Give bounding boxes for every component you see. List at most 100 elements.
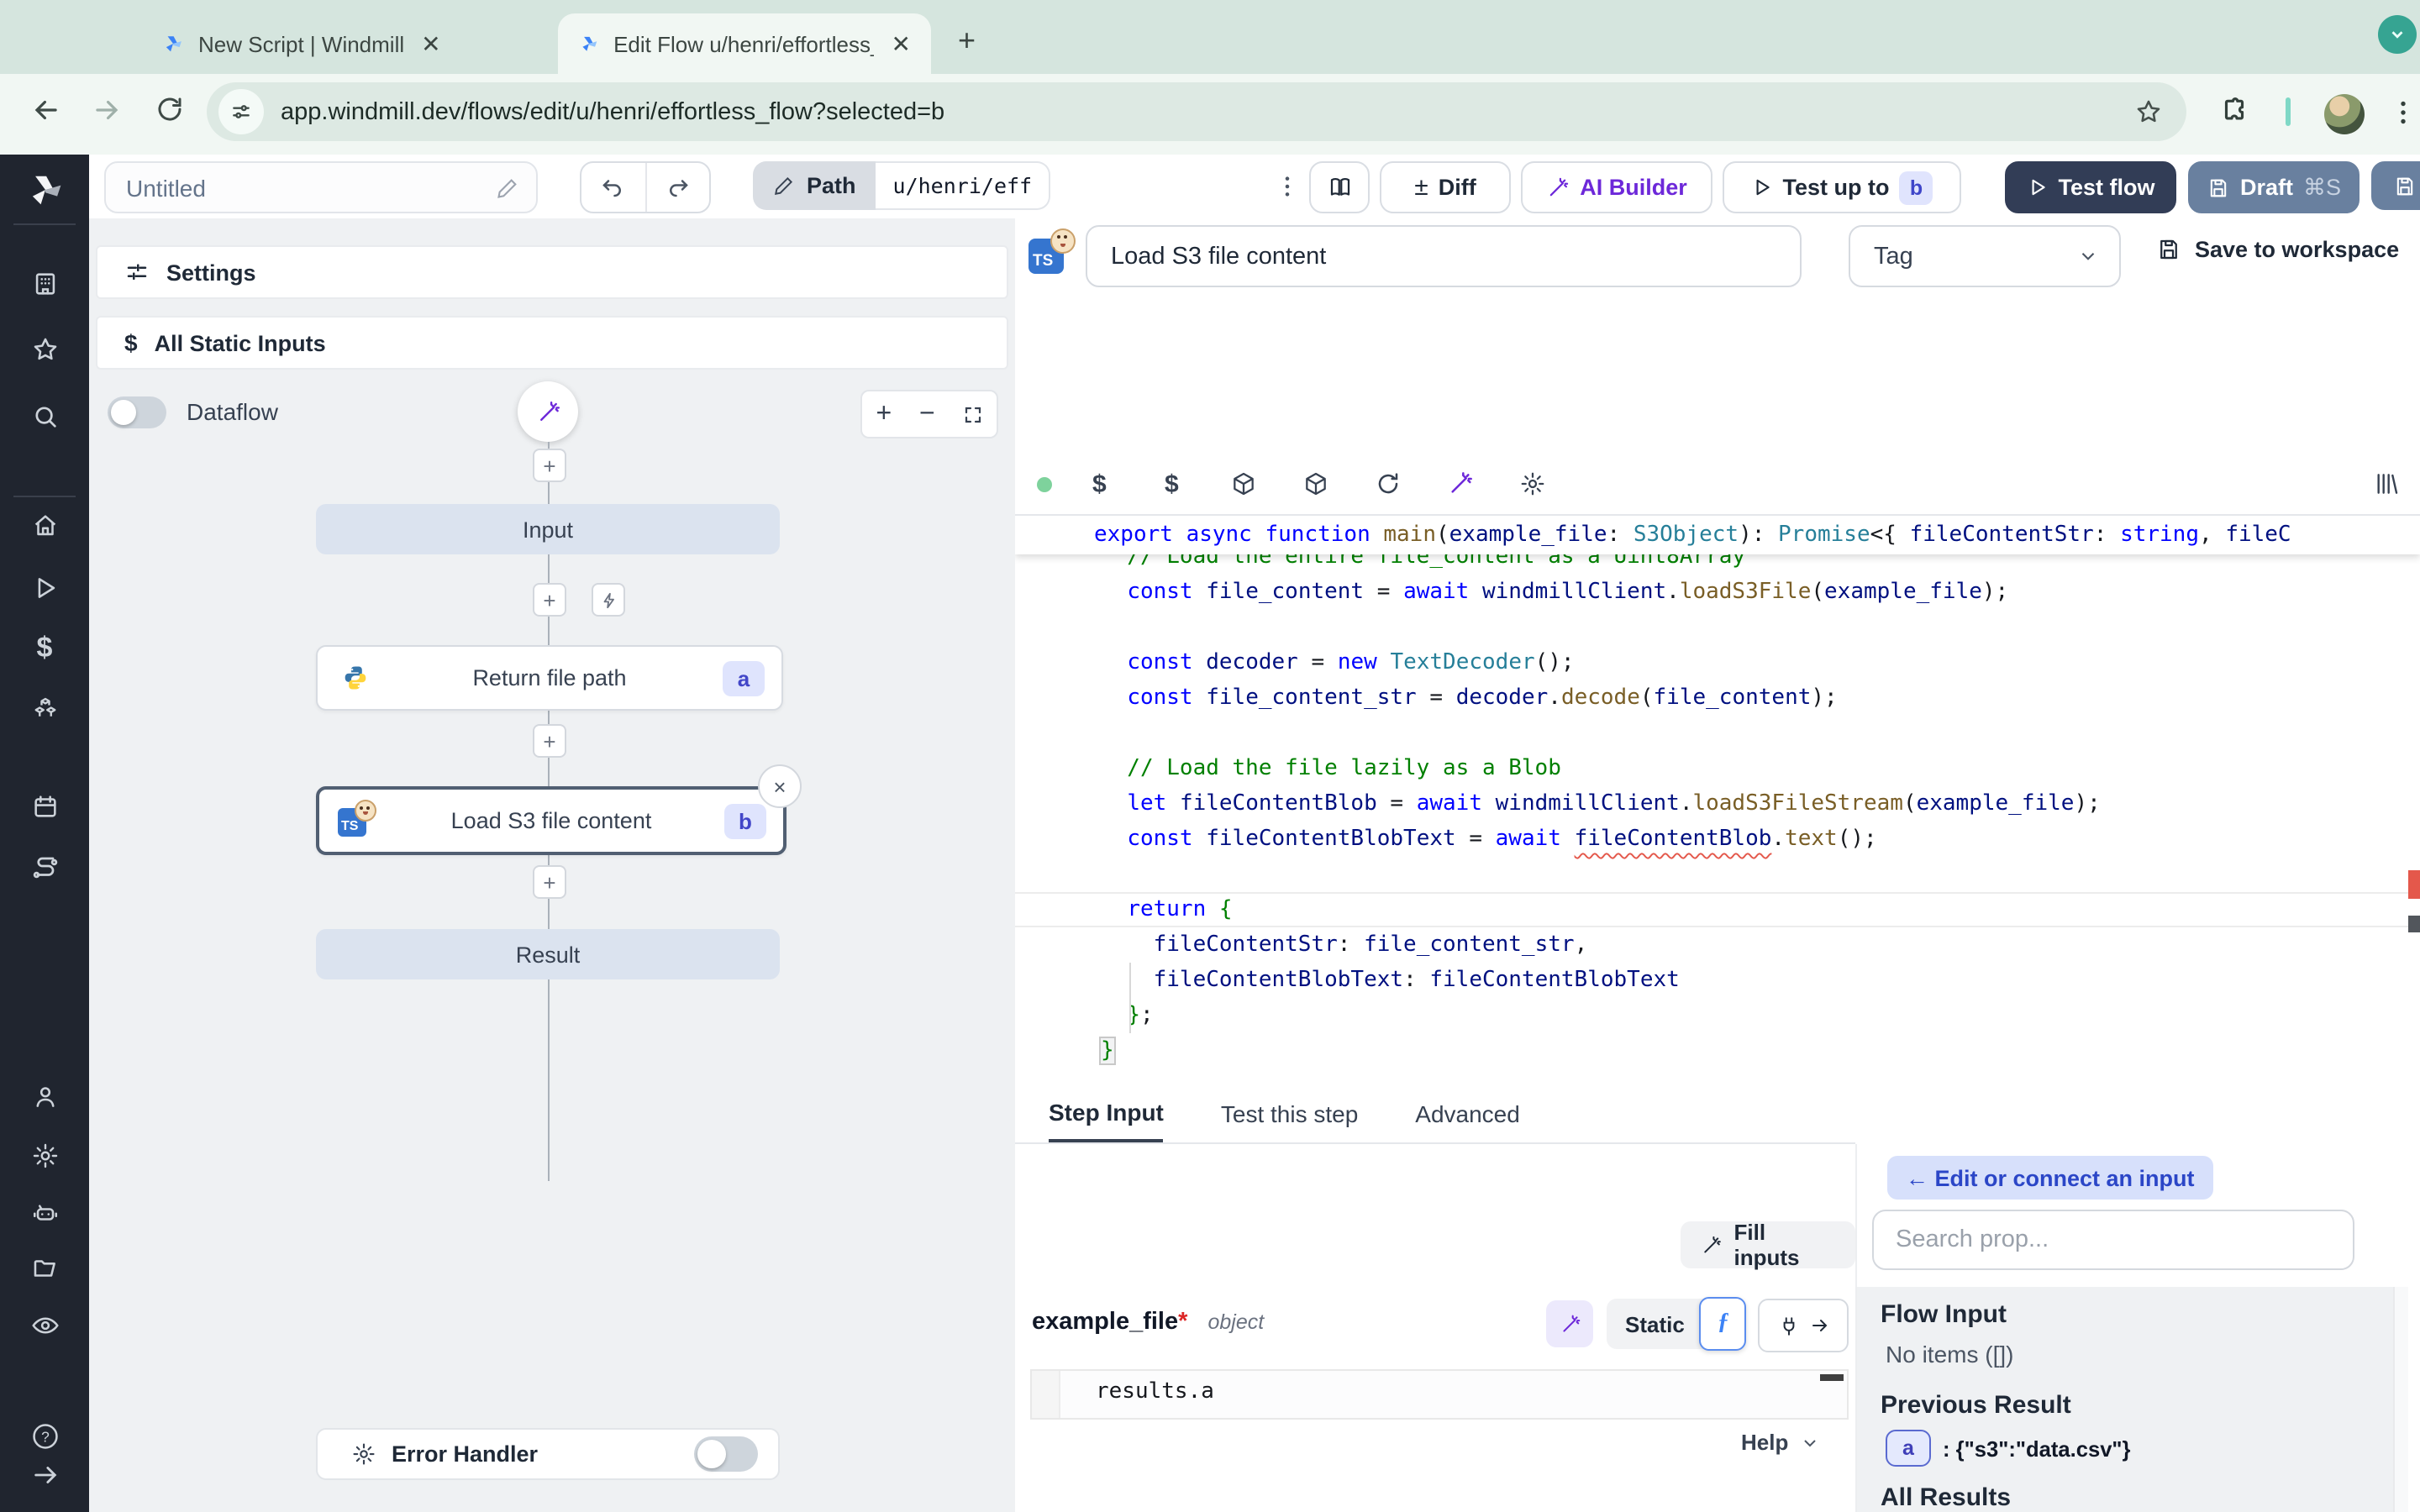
tag-select[interactable]: Tag xyxy=(1849,225,2121,287)
step-name-input[interactable]: Load S3 file content xyxy=(1086,225,1802,287)
sidebar-item-runs[interactable] xyxy=(30,574,59,602)
code-editor[interactable]: // Load the entire file_content as a Uin… xyxy=(1015,516,2420,1087)
ai-builder-button[interactable]: AI Builder xyxy=(1521,161,1712,213)
back-arrow-icon xyxy=(30,94,62,126)
expr-mode-button[interactable]: ƒ xyxy=(1700,1297,1747,1351)
sidebar-item-favorites[interactable] xyxy=(30,335,59,364)
sidebar-item-workspace[interactable] xyxy=(30,270,59,298)
sidebar-item-audit-logs[interactable] xyxy=(29,1310,60,1341)
back-button[interactable] xyxy=(30,94,62,126)
expand-sidebar-button[interactable] xyxy=(30,1461,59,1489)
sidebar-item-schedules[interactable] xyxy=(30,792,59,821)
graph-zoom-controls: + − xyxy=(860,390,998,438)
remove-step-button[interactable]: × xyxy=(758,764,802,808)
sidebar-item-users[interactable] xyxy=(30,1083,59,1111)
test-up-to-button[interactable]: Test up to b xyxy=(1723,161,1961,213)
pencil-icon xyxy=(773,175,795,197)
bookmark-star-button[interactable] xyxy=(2134,97,2163,126)
site-info-button[interactable] xyxy=(218,89,264,134)
sidebar-item-flows[interactable] xyxy=(29,853,60,884)
error-handler-row[interactable]: Error Handler xyxy=(316,1428,780,1480)
package-icon-button[interactable] xyxy=(1302,470,1329,497)
all-static-inputs-row[interactable]: $ All Static Inputs xyxy=(96,316,1008,370)
dataflow-toggle[interactable] xyxy=(108,396,166,428)
diff-button[interactable]: ± Diff xyxy=(1380,161,1511,213)
step-a-badge: a xyxy=(723,660,765,696)
zoom-in-button[interactable]: + xyxy=(876,399,892,429)
browser-tab-1[interactable]: New Script | Windmill ✕ xyxy=(141,13,461,74)
add-trigger-button[interactable] xyxy=(592,583,625,617)
help-toggle[interactable]: Help xyxy=(1741,1430,1820,1455)
scrollbar-thumb[interactable] xyxy=(2408,916,2420,932)
flow-name-input[interactable]: Untitled xyxy=(104,161,538,213)
more-options-button[interactable] xyxy=(1274,170,1301,203)
reload-button[interactable] xyxy=(155,94,185,124)
fullscreen-icon[interactable] xyxy=(963,404,983,424)
profile-avatar[interactable] xyxy=(2324,94,2365,134)
path-chip[interactable]: Path u/henri/eff xyxy=(753,161,1050,210)
redo-button[interactable] xyxy=(646,163,709,212)
test-flow-button[interactable]: Test flow xyxy=(2005,161,2176,213)
tab-step-input[interactable]: Step Input xyxy=(1049,1087,1164,1142)
flow-input-node[interactable]: Input xyxy=(316,504,780,554)
tab-test-this-step[interactable]: Test this step xyxy=(1221,1087,1358,1142)
resources-icon-button[interactable]: $ xyxy=(1165,470,1179,499)
browser-tab-2-active[interactable]: Edit Flow u/henri/effortless_fl ✕ xyxy=(558,13,931,74)
required-asterisk: * xyxy=(1178,1309,1187,1336)
tab-close-icon[interactable]: ✕ xyxy=(418,29,444,58)
tab-advanced[interactable]: Advanced xyxy=(1415,1087,1520,1142)
add-step-button[interactable]: + xyxy=(533,724,566,758)
scrollbar-track[interactable] xyxy=(2393,1287,2408,1512)
tab-close-icon[interactable]: ✕ xyxy=(888,29,914,58)
expr-editor[interactable]: results.a xyxy=(1030,1369,1849,1420)
undo-button[interactable] xyxy=(581,163,646,212)
edit-or-connect-button[interactable]: ← Edit or connect an input xyxy=(1887,1156,2213,1200)
step-a-node[interactable]: Return file path a xyxy=(316,645,783,711)
sidebar-item-workers[interactable] xyxy=(29,1198,60,1228)
ai-fill-button[interactable] xyxy=(1546,1300,1593,1347)
extensions-button[interactable] xyxy=(2218,96,2250,128)
flow-settings-row[interactable]: Settings xyxy=(96,245,1008,299)
library-icon-button[interactable] xyxy=(2373,470,2400,497)
new-tab-button[interactable]: + xyxy=(958,24,976,59)
sidebar-item-variables[interactable]: $ xyxy=(37,632,53,665)
docs-button[interactable] xyxy=(1309,161,1370,213)
add-step-button[interactable]: + xyxy=(533,865,566,899)
error-handler-toggle[interactable] xyxy=(694,1436,758,1472)
result-a-badge[interactable]: a xyxy=(1886,1430,1931,1467)
wand-icon xyxy=(1559,1313,1581,1335)
book-icon xyxy=(1327,175,1352,200)
variables-icon-button[interactable]: $ xyxy=(1092,470,1107,499)
ai-assist-icon-button[interactable] xyxy=(1447,470,1474,497)
sidebar-item-settings[interactable] xyxy=(30,1142,59,1170)
browser-menu-button[interactable] xyxy=(2388,94,2418,131)
ai-flow-button[interactable] xyxy=(518,381,578,442)
package-icon-button[interactable] xyxy=(1230,470,1257,497)
search-prop-input[interactable]: Search prop... xyxy=(1872,1210,2354,1270)
draft-button[interactable]: Draft ⌘S xyxy=(2188,161,2360,213)
connect-input-button[interactable] xyxy=(1758,1299,1849,1352)
sidebar-item-home[interactable] xyxy=(30,512,59,540)
code-line: } xyxy=(1015,1033,2420,1068)
windmill-logo[interactable] xyxy=(23,168,66,212)
omnibox[interactable]: app.windmill.dev/flows/edit/u/henri/effo… xyxy=(207,82,2186,141)
reset-icon-button[interactable] xyxy=(1375,470,1402,497)
sidebar-item-folders[interactable] xyxy=(30,1254,59,1283)
zoom-out-button[interactable]: − xyxy=(919,399,935,429)
editor-settings-icon-button[interactable] xyxy=(1519,470,1546,497)
sidebar-item-resources[interactable] xyxy=(29,694,60,724)
forward-button[interactable] xyxy=(91,94,123,126)
flow-result-node[interactable]: Result xyxy=(316,929,780,979)
add-step-button[interactable]: + xyxy=(533,449,566,482)
input-mode-toggle[interactable]: Static ƒ xyxy=(1607,1299,1747,1349)
step-b-node-selected[interactable]: TS Load S3 file content b xyxy=(316,786,786,855)
sidebar-item-search[interactable] xyxy=(30,402,59,431)
deploy-button[interactable]: Deploy xyxy=(2371,161,2420,210)
tab-search-button[interactable] xyxy=(2378,15,2417,54)
result-a-value: : {"s3":"data.csv"} xyxy=(1943,1436,2131,1461)
fill-inputs-button[interactable]: Fill inputs xyxy=(1681,1221,1855,1268)
add-step-button[interactable]: + xyxy=(533,583,566,617)
help-button[interactable]: ? xyxy=(29,1420,60,1452)
error-handler-label: Error Handler xyxy=(392,1441,538,1467)
save-to-workspace-button[interactable]: Save to workspace xyxy=(2156,237,2399,262)
